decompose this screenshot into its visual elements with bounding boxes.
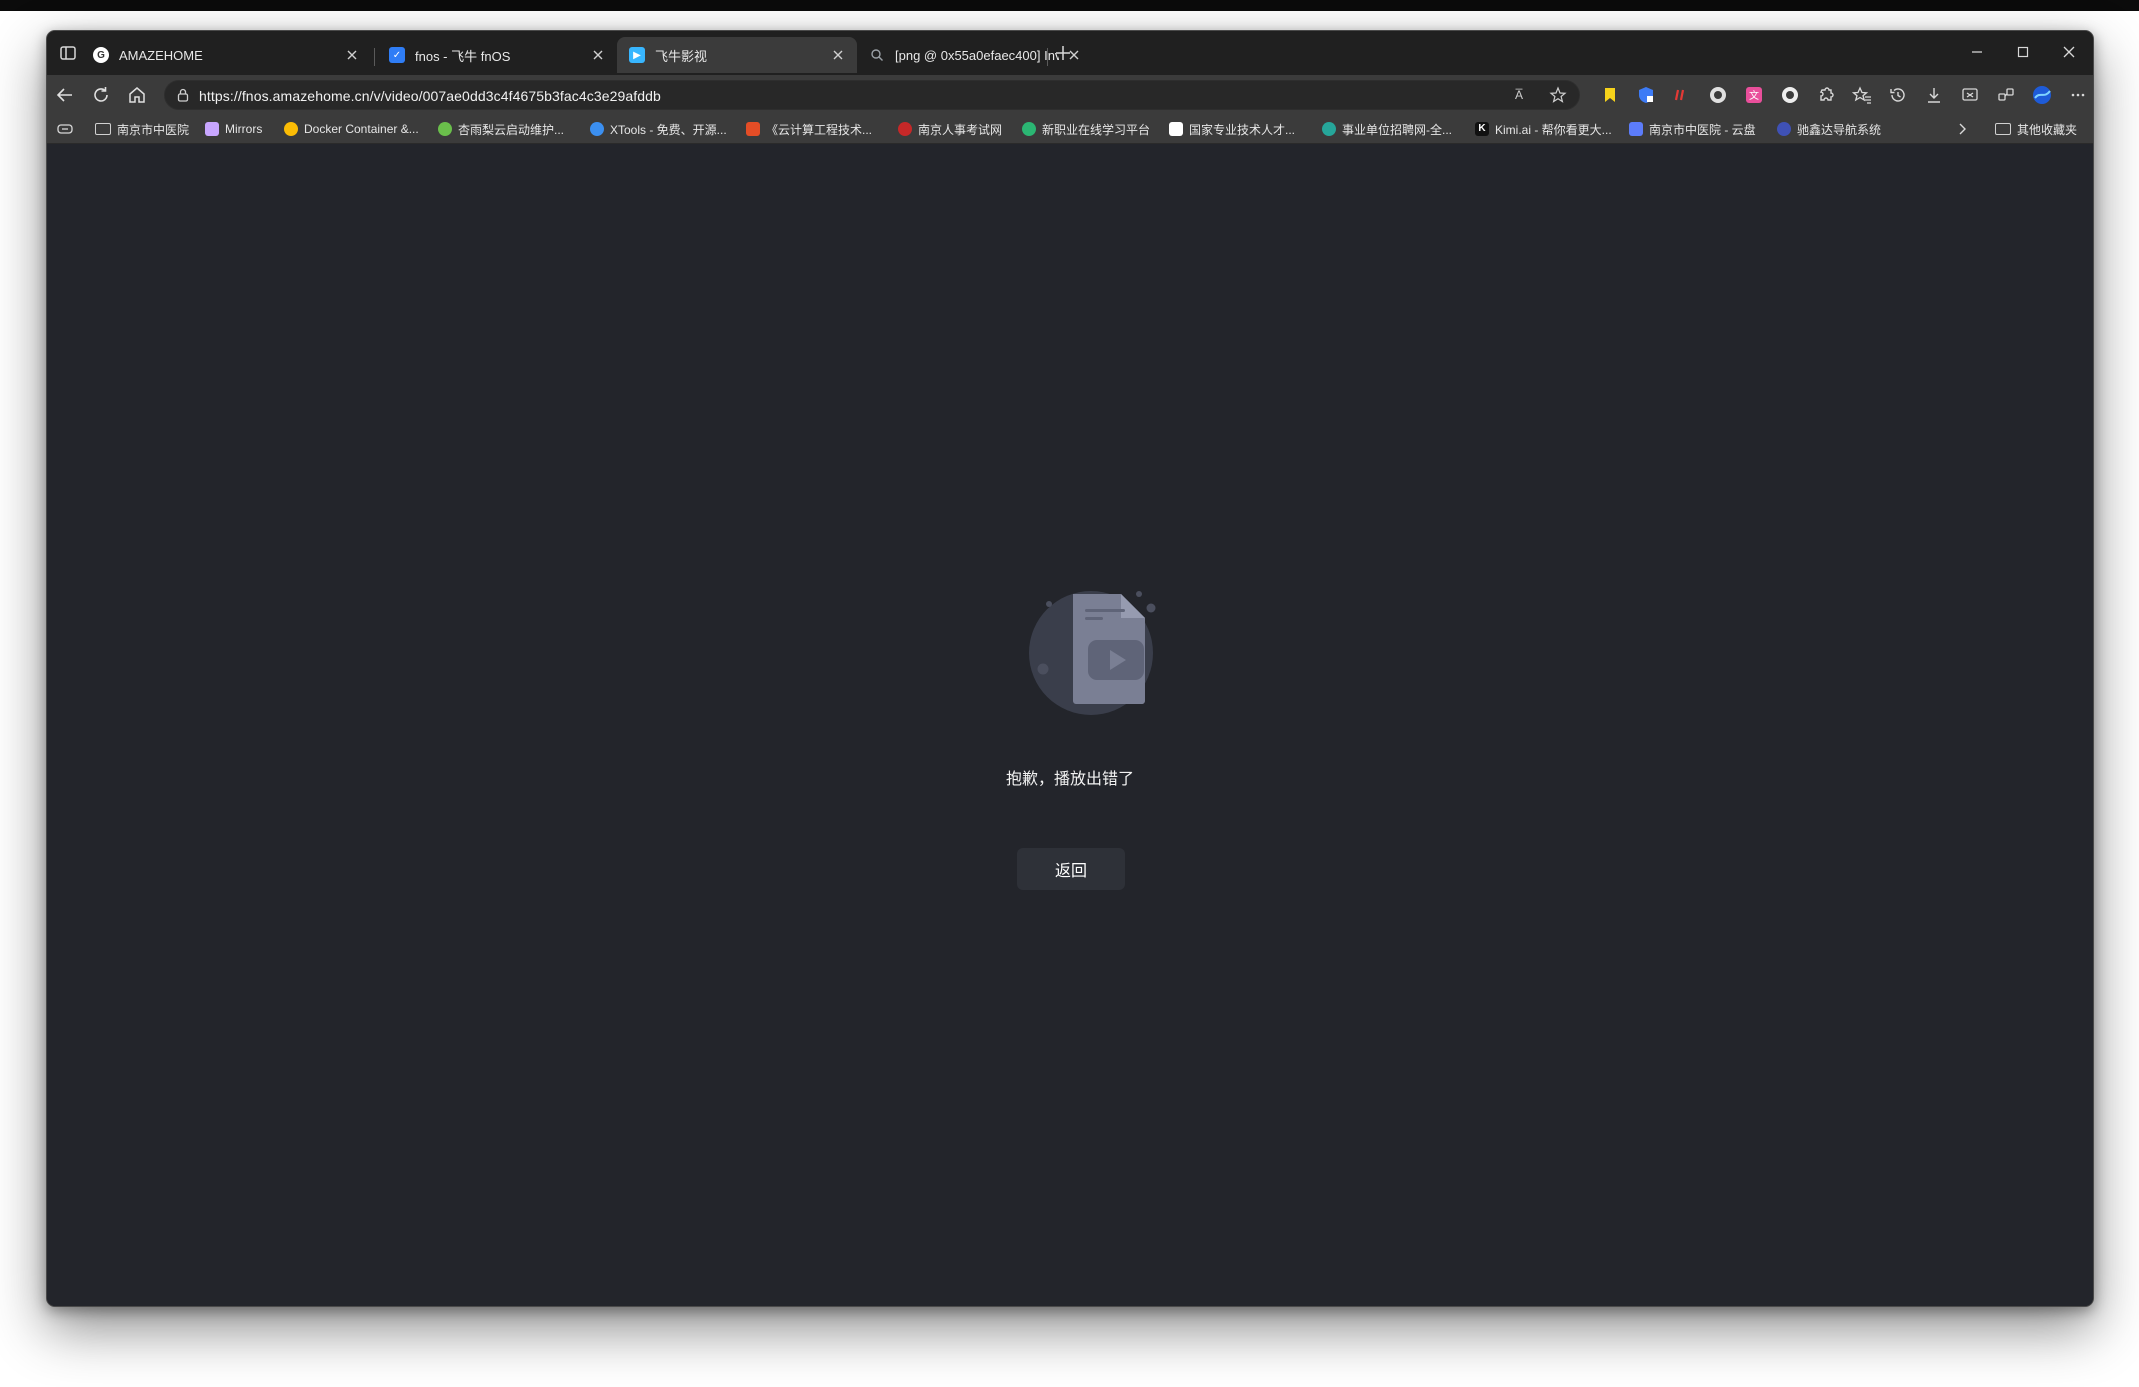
profile-avatar-icon[interactable] bbox=[2032, 85, 2052, 105]
favorite-star-icon[interactable] bbox=[1549, 86, 1567, 104]
pinwheel-icon bbox=[1022, 122, 1036, 136]
bookmark-label: 南京市中医院 - 云盘 bbox=[1649, 122, 1756, 137]
tab-amazehome[interactable]: G AMAZEHOME bbox=[81, 37, 371, 73]
feiniu-video-icon: ▶ bbox=[629, 47, 645, 63]
window-close-icon[interactable] bbox=[2057, 40, 2081, 64]
bookmark-item[interactable]: 南京人事考试网 bbox=[898, 120, 1002, 138]
bookmark-label: 南京人事考试网 bbox=[918, 122, 1003, 137]
navigation-icon bbox=[1777, 122, 1791, 136]
back-button[interactable]: 返回 bbox=[1017, 848, 1125, 890]
bookmark-label: 国家专业技术人才... bbox=[1189, 122, 1296, 137]
screenshot-icon[interactable] bbox=[1960, 85, 1980, 105]
tab-title: 飞牛影视 bbox=[655, 48, 708, 64]
home-icon[interactable] bbox=[126, 84, 148, 106]
lock-icon[interactable] bbox=[175, 87, 191, 103]
maximize-icon[interactable] bbox=[2011, 40, 2035, 64]
url-text[interactable]: https://fnos.amazehome.cn/v/video/007ae0… bbox=[199, 88, 661, 104]
bookmark-label: 驰鑫达导航系统 bbox=[1797, 122, 1882, 137]
other-bookmarks-label: 其他收藏夹 bbox=[2017, 122, 2078, 137]
translate-extension-icon[interactable]: 文 bbox=[1744, 85, 1764, 105]
tab-feiniu-video[interactable]: ▶ 飞牛影视 bbox=[617, 37, 857, 73]
search-icon bbox=[869, 47, 885, 63]
chevron-right-icon[interactable] bbox=[1953, 120, 1971, 138]
favorites-icon[interactable] bbox=[1851, 85, 1872, 105]
bookmark-label: 南京市中医院 bbox=[117, 122, 190, 137]
bookmark-extension-icon[interactable] bbox=[1600, 85, 1620, 105]
share-icon[interactable] bbox=[1996, 85, 2016, 105]
bookmark-label: 《云计算工程技术... bbox=[766, 122, 873, 137]
html5-icon bbox=[746, 122, 760, 136]
minimize-icon[interactable] bbox=[1965, 40, 1989, 64]
screen-top-strip bbox=[0, 0, 2139, 11]
bookmark-item[interactable]: 新职业在线学习平台 bbox=[1022, 120, 1150, 138]
kimi-icon: K bbox=[1475, 122, 1489, 136]
address-bar[interactable]: https://fnos.amazehome.cn/v/video/007ae0… bbox=[164, 80, 1580, 110]
close-icon[interactable] bbox=[343, 46, 361, 64]
copilot-extension-icon[interactable] bbox=[1708, 85, 1728, 105]
tab-title: [png @ 0x55a0efaec400] Invalid P bbox=[895, 47, 1059, 63]
bookmark-label: 新职业在线学习平台 bbox=[1042, 122, 1151, 137]
bookmark-item[interactable]: 杏雨梨云启动维护... bbox=[438, 120, 564, 138]
bookmark-item[interactable]: K Kimi.ai - 帮你看更大... bbox=[1475, 120, 1612, 138]
browser-window: G AMAZEHOME ✓ fnos - 飞牛 fnOS ▶ 飞牛影视 [png… bbox=[46, 30, 2094, 1307]
tab-separator bbox=[374, 48, 375, 66]
xtools-icon bbox=[590, 122, 604, 136]
bookmark-item[interactable]: 南京市中医院 bbox=[95, 120, 189, 138]
collections-icon[interactable] bbox=[55, 119, 75, 139]
cloud-disk-icon bbox=[1629, 122, 1643, 136]
tab-title: fnos - 飞牛 fnOS bbox=[415, 48, 511, 64]
tab-title: AMAZEHOME bbox=[119, 47, 203, 63]
bookmark-item[interactable]: 驰鑫达导航系统 bbox=[1777, 120, 1881, 138]
shield-icon bbox=[205, 122, 219, 136]
close-icon[interactable] bbox=[589, 46, 607, 64]
bookmark-item[interactable]: 《云计算工程技术... bbox=[746, 120, 872, 138]
tab-separator bbox=[1047, 48, 1048, 66]
bookmark-label: XTools - 免费、开源... bbox=[610, 122, 727, 137]
tab-fnos[interactable]: ✓ fnos - 飞牛 fnOS bbox=[377, 37, 617, 73]
bookmark-item[interactable]: 南京市中医院 - 云盘 bbox=[1629, 120, 1756, 138]
doc-icon bbox=[1169, 122, 1183, 136]
close-icon[interactable] bbox=[829, 46, 847, 64]
extensions-puzzle-icon[interactable] bbox=[1816, 85, 1836, 105]
bookmarks-bar: 南京市中医院 Mirrors Docker Container &... 杏雨梨… bbox=[47, 115, 2093, 144]
bookmark-item[interactable]: Mirrors bbox=[205, 120, 262, 138]
bookmark-label: 杏雨梨云启动维护... bbox=[458, 122, 565, 137]
other-bookmarks[interactable]: 其他收藏夹 bbox=[1995, 120, 2077, 138]
read-aloud-icon[interactable]: A̅ bbox=[1515, 85, 1535, 105]
bookmark-label: Mirrors bbox=[225, 122, 263, 136]
tab-strip: G AMAZEHOME ✓ fnos - 飞牛 fnOS ▶ 飞牛影视 [png… bbox=[47, 31, 2093, 75]
google-g-icon: G bbox=[93, 47, 109, 63]
quote-extension-icon[interactable] bbox=[1672, 85, 1692, 105]
clover-icon bbox=[438, 122, 452, 136]
downloads-icon[interactable] bbox=[1924, 85, 1944, 105]
svg-text:文: 文 bbox=[1749, 89, 1759, 102]
folder-icon bbox=[1995, 123, 2011, 135]
bookmark-label: 事业单位招聘网-全... bbox=[1342, 122, 1452, 137]
bookmark-label: Kimi.ai - 帮你看更大... bbox=[1495, 122, 1612, 137]
shield-extension-icon[interactable] bbox=[1636, 85, 1656, 105]
history-icon[interactable] bbox=[1888, 85, 1908, 105]
tab-actions-icon[interactable] bbox=[57, 42, 79, 64]
bookmark-label: Docker Container &... bbox=[304, 122, 419, 136]
more-menu-icon[interactable] bbox=[2068, 85, 2088, 105]
gov-emblem-icon bbox=[898, 122, 912, 136]
bookmark-item[interactable]: Docker Container &... bbox=[284, 120, 419, 138]
bookmark-item[interactable]: 国家专业技术人才... bbox=[1169, 120, 1295, 138]
bookmark-item[interactable]: 事业单位招聘网-全... bbox=[1322, 120, 1452, 138]
record-extension-icon[interactable] bbox=[1780, 85, 1800, 105]
refresh-icon[interactable] bbox=[90, 84, 112, 106]
folder-icon bbox=[95, 123, 111, 135]
google-icon bbox=[284, 122, 298, 136]
error-message: 抱歉，播放出错了 bbox=[1005, 771, 1134, 788]
back-arrow-icon[interactable] bbox=[54, 84, 76, 106]
bookmark-item[interactable]: XTools - 免费、开源... bbox=[590, 120, 727, 138]
video-error-illustration bbox=[991, 586, 1191, 766]
new-tab-icon[interactable] bbox=[1052, 42, 1074, 64]
browser-toolbar: https://fnos.amazehome.cn/v/video/007ae0… bbox=[47, 75, 2093, 115]
checkbox-icon: ✓ bbox=[389, 47, 405, 63]
globe-icon bbox=[1322, 122, 1336, 136]
